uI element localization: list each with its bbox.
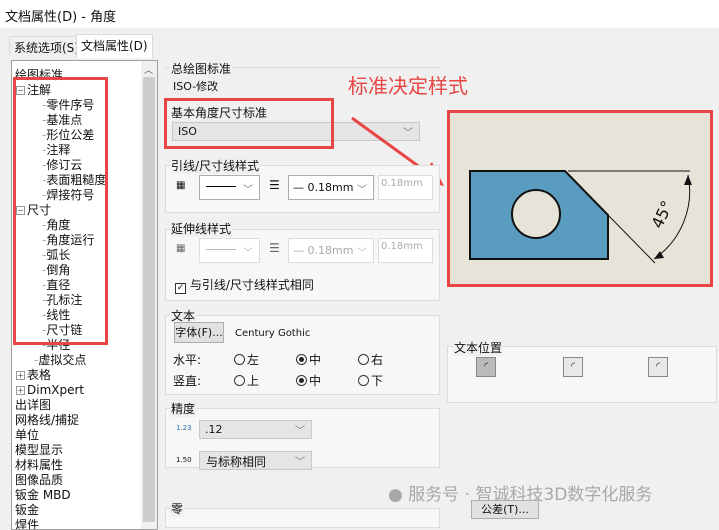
tolerance-precision-dropdown[interactable]: 与标称相同 ﹀ xyxy=(199,451,312,470)
plus-expander-icon[interactable]: + xyxy=(16,386,25,395)
tree-item-label: 表格 xyxy=(27,368,52,382)
tab-document-properties[interactable]: 文档属性(D) xyxy=(76,34,153,58)
tree-item[interactable]: 材料属性 xyxy=(15,458,63,473)
radio-label: 上 xyxy=(247,374,260,388)
same-style-label: 与引线/尺寸线样式相同 xyxy=(189,278,314,292)
vertical-label: 竖直: xyxy=(173,374,202,388)
tree-item[interactable]: -虚拟交点 xyxy=(34,353,86,368)
tree-item-label: 网格线/捕捉 xyxy=(15,413,80,427)
extension-thickness-value: — 0.18mm xyxy=(293,244,354,257)
radio-icon xyxy=(234,354,245,365)
precision-label: 精度 xyxy=(170,400,197,417)
tree-item-label: 出详图 xyxy=(15,398,52,412)
highlight-box-tree xyxy=(13,77,108,345)
tree-item-label: 虚拟交点 xyxy=(38,353,87,367)
primary-precision-value: .12 xyxy=(205,423,223,436)
primary-precision-icon: 1.23 xyxy=(176,424,192,432)
text-position-label: 文本位置 xyxy=(453,339,504,356)
extension-style-label: 延伸线样式 xyxy=(170,220,233,237)
leader-thickness-value: — 0.18mm xyxy=(293,181,354,194)
tree-item[interactable]: 单位 xyxy=(15,428,39,443)
radio-label: 右 xyxy=(371,353,384,367)
radio-h-2[interactable]: 右 xyxy=(358,351,383,368)
radio-label: 中 xyxy=(309,374,322,388)
radio-icon xyxy=(296,375,307,386)
overall-standard-value: ISO-修改 xyxy=(173,80,219,93)
radio-label: 中 xyxy=(309,353,322,367)
leader-thickness-dropdown[interactable]: — 0.18mm ﹀ xyxy=(288,175,374,200)
font-name: Century Gothic xyxy=(235,328,311,339)
line-style-icon: ▦ xyxy=(176,243,186,254)
radio-icon xyxy=(358,375,369,386)
extension-custom-thickness[interactable]: 0.18mm xyxy=(378,238,433,263)
line-thickness-icon: ☰ xyxy=(269,178,280,192)
tree-item-label: 模型显示 xyxy=(15,443,64,457)
text-position-horizontal-icon[interactable]: ◜ xyxy=(476,357,496,377)
tree-scrollbar[interactable]: ︿ xyxy=(141,61,157,529)
radio-v-0[interactable]: 上 xyxy=(234,372,259,389)
zero-label: 零 xyxy=(170,500,185,517)
radio-icon xyxy=(358,354,369,365)
tolerance-precision-icon: 1.50 xyxy=(176,456,192,464)
radio-h-1[interactable]: 中 xyxy=(296,351,321,368)
text-position-broken-icon[interactable]: ◜ xyxy=(563,357,583,377)
radio-icon xyxy=(296,354,307,365)
angle-preview-drawing xyxy=(469,170,692,264)
checkmark-icon: ✓ xyxy=(175,283,186,294)
zero-group xyxy=(165,508,440,528)
font-button[interactable]: 字体(F)... xyxy=(174,322,224,343)
tree-item[interactable]: 模型显示 xyxy=(15,443,63,458)
tree-item-label: 图像品质 xyxy=(15,473,64,487)
text-position-aligned-icon[interactable]: ◜ xyxy=(648,357,668,377)
scroll-thumb[interactable] xyxy=(143,77,155,522)
radio-icon xyxy=(234,375,245,386)
line-thickness-icon: ☰ xyxy=(269,241,280,255)
tab-system-options[interactable]: 系统选项(S) xyxy=(9,36,84,56)
tree-item[interactable]: 网格线/捕捉 xyxy=(15,413,79,428)
tree-item-label: 钣金 MBD xyxy=(15,488,71,502)
tree-item-label: 单位 xyxy=(15,428,40,442)
radio-label: 左 xyxy=(247,353,260,367)
radio-v-2[interactable]: 下 xyxy=(358,372,383,389)
tree-item[interactable]: + DimXpert xyxy=(16,383,84,398)
extension-thickness-dropdown[interactable]: — 0.18mm ﹀ xyxy=(288,238,374,263)
window-title: 文档属性(D) - 角度 xyxy=(0,0,719,28)
primary-precision-dropdown[interactable]: .12 ﹀ xyxy=(199,420,312,439)
leader-custom-thickness[interactable]: 0.18mm xyxy=(378,175,433,200)
tree-item[interactable]: + 表格 xyxy=(16,368,51,383)
scroll-up-icon[interactable]: ︿ xyxy=(144,63,153,76)
tolerance-button[interactable]: 公差(T)... xyxy=(471,500,539,519)
line-style-icon: ▦ xyxy=(176,180,186,191)
tree-item-label: DimXpert xyxy=(27,383,85,397)
tree-item[interactable]: 钣金 xyxy=(15,503,39,518)
tree-item[interactable]: 钣金 MBD xyxy=(15,488,71,503)
extension-line-style-dropdown[interactable]: ﹀ xyxy=(199,238,260,263)
radio-v-1[interactable]: 中 xyxy=(296,372,321,389)
tree-item-label: 钣金 xyxy=(15,503,40,517)
plus-expander-icon[interactable]: + xyxy=(16,371,25,380)
wechat-icon: ● xyxy=(388,485,403,505)
radio-label: 下 xyxy=(371,374,384,388)
tree-item-label: 材料属性 xyxy=(15,458,64,472)
radio-h-0[interactable]: 左 xyxy=(234,351,259,368)
annotation-text: 标准决定样式 xyxy=(348,74,468,98)
tolerance-precision-value: 与标称相同 xyxy=(206,455,267,469)
leader-style-label: 引线/尺寸线样式 xyxy=(170,157,261,174)
tree-item[interactable]: 出详图 xyxy=(15,398,51,413)
leader-line-style-dropdown[interactable]: ﹀ xyxy=(199,175,260,200)
overall-standard-label: 总绘图标准 xyxy=(170,60,233,77)
horizontal-label: 水平: xyxy=(173,353,202,367)
same-style-checkbox[interactable]: ✓ 与引线/尺寸线样式相同 xyxy=(175,276,314,294)
angle-preview: 45° xyxy=(447,110,713,287)
tree-item[interactable]: 图像品质 xyxy=(15,473,63,488)
highlight-box-standard xyxy=(164,98,334,149)
